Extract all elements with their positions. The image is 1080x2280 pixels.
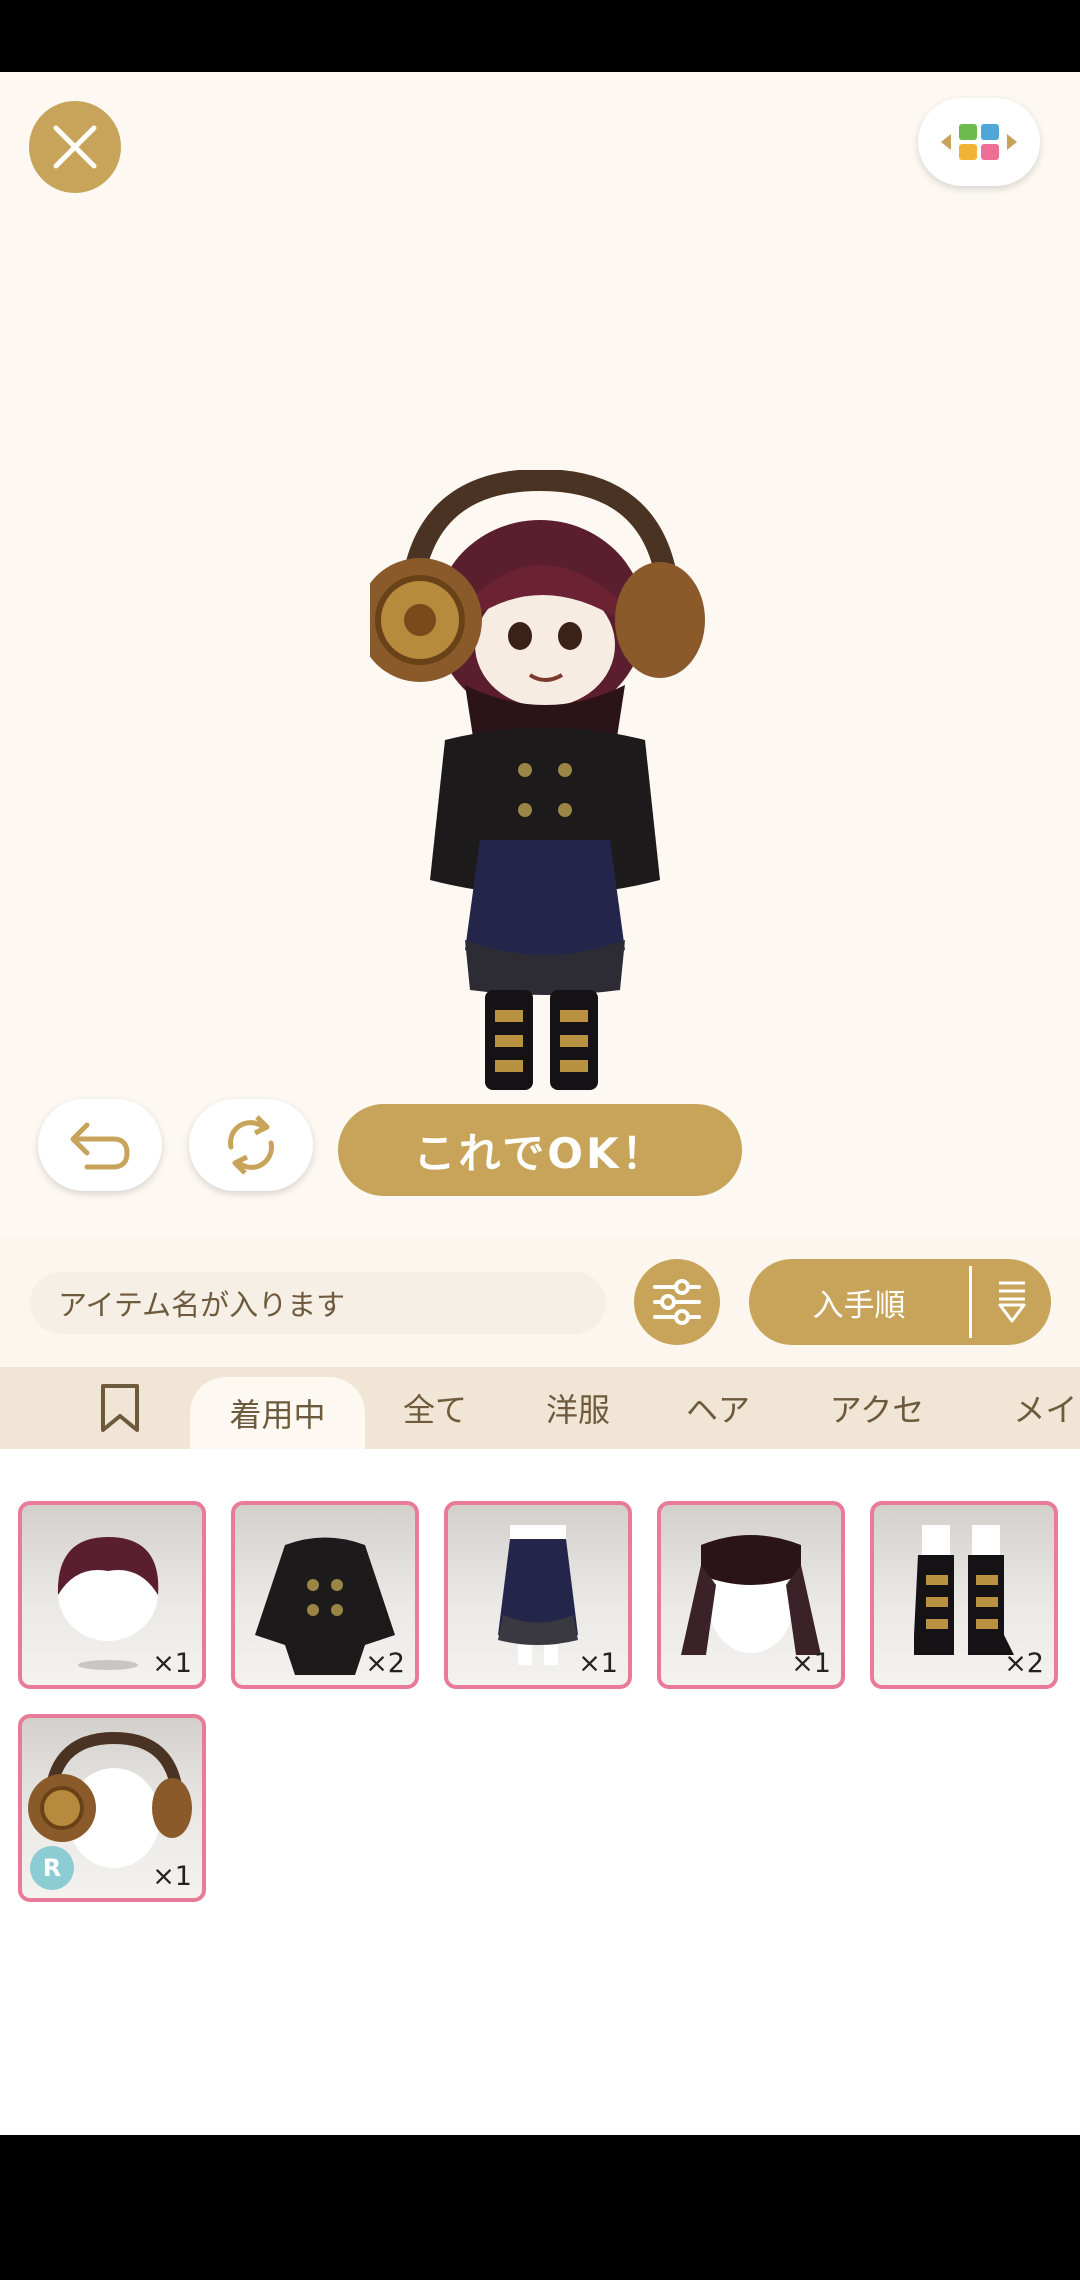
item-quantity: ×2 [1004, 1648, 1044, 1679]
item-card-hair[interactable]: ×1 [18, 1501, 206, 1689]
item-card-boots[interactable]: ×2 [870, 1501, 1058, 1689]
tab-hair[interactable]: ヘア [668, 1367, 768, 1449]
status-bar [0, 0, 1080, 72]
sort-descending-icon [972, 1280, 1051, 1324]
sliders-icon [653, 1279, 701, 1325]
sort-order-button[interactable]: 入手順 [749, 1259, 1051, 1345]
tab-bookmark[interactable] [90, 1367, 150, 1449]
item-card-skirt[interactable]: ×1 [444, 1501, 632, 1689]
reset-button[interactable] [189, 1099, 313, 1191]
close-icon [53, 125, 97, 169]
sort-label: 入手順 [812, 1287, 906, 1324]
item-name-search-input[interactable]: アイテム名が入ります [30, 1272, 606, 1334]
item-quantity: ×1 [791, 1648, 831, 1679]
tab-all[interactable]: 全て [385, 1367, 485, 1449]
palette-icon [941, 124, 1017, 160]
refresh-icon [228, 1115, 274, 1175]
tab-clothes[interactable]: 洋服 [528, 1367, 628, 1449]
close-button[interactable] [29, 101, 121, 193]
item-card-scarf[interactable]: ×1 [657, 1501, 845, 1689]
item-card-headphones[interactable]: R ×1 [18, 1714, 206, 1902]
item-quantity: ×1 [152, 1648, 192, 1679]
rarity-badge: R [30, 1846, 74, 1890]
tab-makeup[interactable]: メイク [996, 1367, 1080, 1449]
undo-icon [70, 1122, 130, 1170]
bookmark-icon [101, 1384, 139, 1432]
undo-button[interactable] [38, 1099, 162, 1191]
avatar-character[interactable] [370, 470, 710, 1110]
filter-button[interactable] [634, 1259, 720, 1345]
category-tabs: 着用中 全て 洋服 ヘア アクセ メイク [0, 1367, 1080, 1449]
tab-accessories[interactable]: アクセ [812, 1367, 942, 1449]
system-nav-bar [0, 2135, 1080, 2280]
item-card-coat[interactable]: ×2 [231, 1501, 419, 1689]
tab-wearing[interactable]: 着用中 [190, 1377, 365, 1449]
confirm-ok-button[interactable]: これでOK！ [338, 1104, 742, 1196]
item-quantity: ×1 [578, 1648, 618, 1679]
item-quantity: ×1 [152, 1861, 192, 1892]
item-quantity: ×2 [365, 1648, 405, 1679]
color-palette-button[interactable] [918, 98, 1040, 186]
